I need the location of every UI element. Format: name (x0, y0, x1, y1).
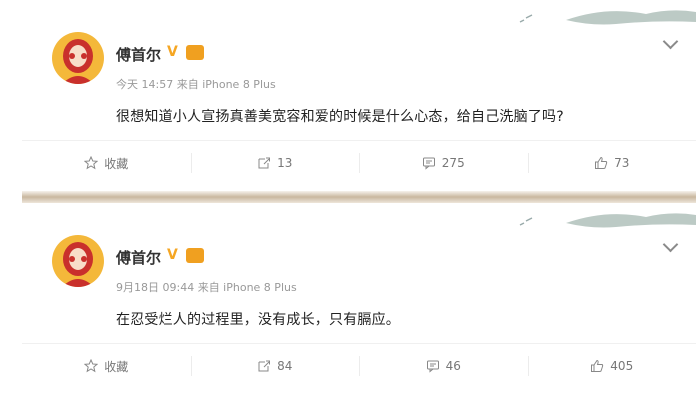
avatar[interactable] (52, 32, 104, 84)
post-text: 在忍受烂人的过程里，没有成长，只有膈应。 (116, 312, 400, 328)
vip-badge-icon (186, 45, 204, 60)
repost-count: 84 (277, 359, 293, 373)
ink-landscape-decoration (519, 10, 696, 25)
action-bar: 收藏 84 46 405 (22, 344, 696, 388)
like-button[interactable]: 73 (527, 141, 697, 185)
repost-button[interactable]: 84 (190, 344, 360, 388)
post-meta: 9月18日 09:44 来自 iPhone 8 Plus (116, 281, 297, 294)
post-separator (22, 191, 696, 203)
thumbs-up-icon (591, 359, 604, 372)
star-icon (84, 156, 99, 170)
repost-count: 13 (277, 156, 293, 170)
favorite-button[interactable]: 收藏 (22, 344, 191, 388)
comment-icon (422, 157, 435, 170)
favorite-button[interactable]: 收藏 (22, 141, 191, 185)
favorite-label: 收藏 (104, 156, 129, 171)
comment-count: 46 (445, 359, 461, 373)
vip-badge-icon (186, 248, 204, 263)
author-name[interactable]: 傅首尔 (116, 247, 161, 268)
ink-landscape-decoration (519, 213, 696, 228)
verified-v-icon: V (167, 247, 178, 263)
like-count: 73 (614, 156, 630, 170)
verified-v-icon: V (167, 44, 178, 60)
repost-button[interactable]: 13 (190, 141, 360, 185)
repost-icon (258, 157, 271, 169)
weibo-post: 傅首尔 V 今天 14:57 来自 iPhone 8 Plus 很想知道小人宣扬… (22, 0, 696, 192)
comment-count: 275 (441, 156, 465, 170)
comment-icon (426, 360, 439, 373)
author-name[interactable]: 傅首尔 (116, 44, 161, 65)
like-button[interactable]: 405 (527, 344, 697, 388)
avatar[interactable] (52, 235, 104, 287)
action-bar: 收藏 13 275 73 (22, 141, 696, 185)
thumbs-up-icon (595, 156, 608, 169)
comment-button[interactable]: 46 (359, 344, 528, 388)
favorite-label: 收藏 (104, 359, 129, 374)
repost-icon (258, 360, 271, 372)
post-meta: 今天 14:57 来自 iPhone 8 Plus (116, 78, 276, 91)
like-count: 405 (610, 359, 634, 373)
comment-button[interactable]: 275 (359, 141, 528, 185)
post-text: 很想知道小人宣扬真善美宽容和爱的时候是什么心态，给自己洗脑了吗? (116, 109, 564, 125)
weibo-post: 傅首尔 V 9月18日 09:44 来自 iPhone 8 Plus 在忍受烂人… (22, 203, 696, 398)
star-icon (84, 359, 99, 373)
